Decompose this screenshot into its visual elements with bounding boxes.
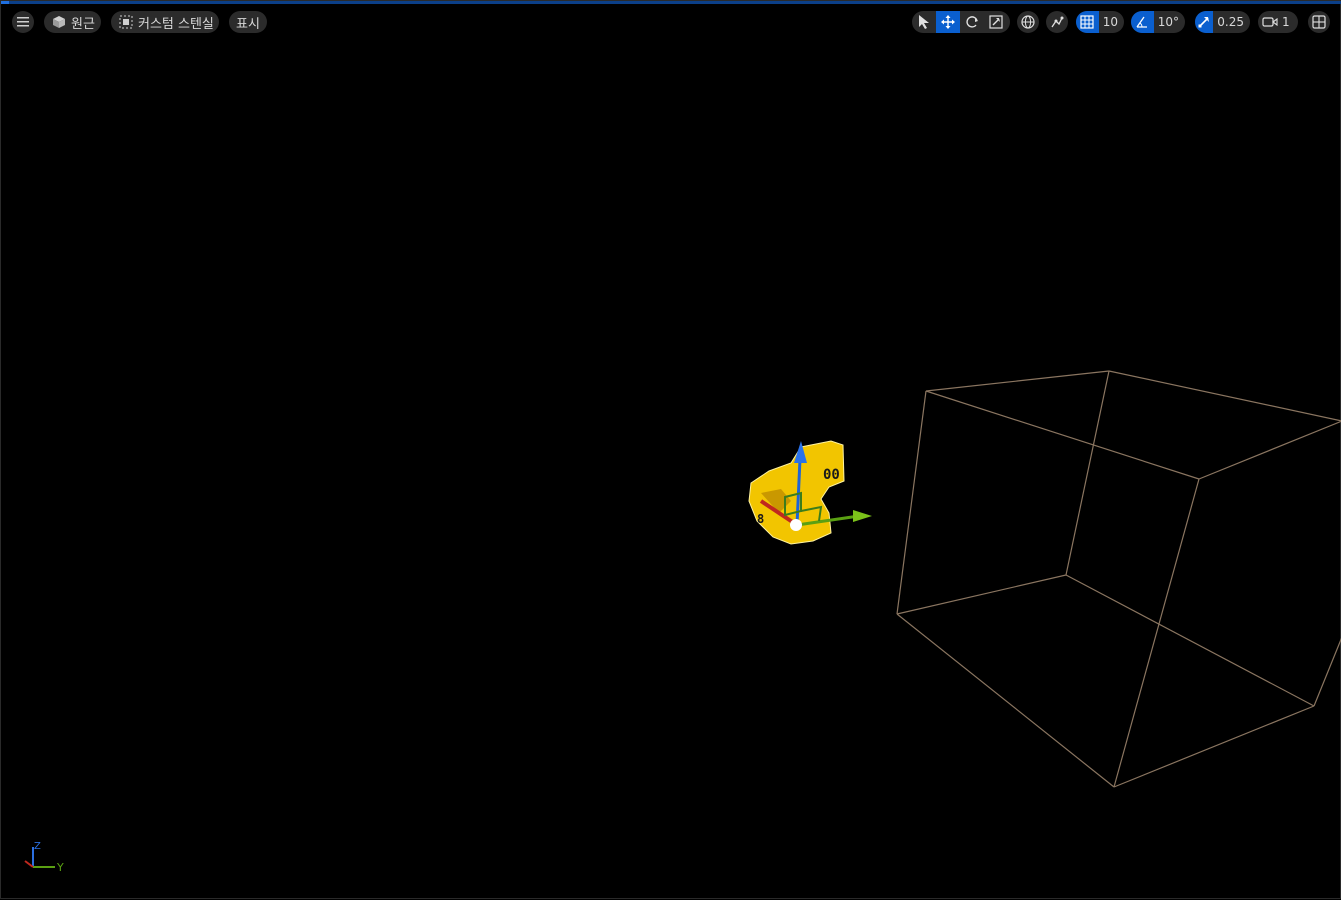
axis-z-label: Z [34, 841, 41, 852]
cube-icon [51, 15, 67, 29]
rotate-icon [966, 16, 978, 28]
svg-text:00: 00 [823, 467, 840, 483]
show-label: 표시 [236, 16, 260, 32]
camera-speed-value[interactable]: 1 [1282, 15, 1296, 29]
globe-icon [1021, 15, 1035, 29]
camera-speed-control[interactable]: 1 [1258, 11, 1298, 33]
world-local-toggle[interactable] [1017, 11, 1039, 33]
rotate-mode-button[interactable] [960, 11, 984, 33]
axis-indicator: Z Y [24, 841, 64, 874]
viewport-layout-button[interactable] [1308, 11, 1330, 33]
grid-snap-control[interactable]: 10 [1076, 11, 1124, 33]
surface-snap-icon [1051, 16, 1064, 28]
axis-y-label: Y [56, 861, 64, 874]
scale-mode-button[interactable] [984, 11, 1008, 33]
view-mode-button[interactable]: 커스텀 스텐실 [111, 11, 219, 33]
grid-snap-toggle[interactable] [1076, 11, 1099, 33]
perspective-button[interactable]: 원근 [44, 11, 101, 33]
level-viewport[interactable]: 00 8 Z Y 원근 커스텀 스텐실 표시 10 10° 0.25 1 [0, 0, 1341, 899]
rotation-snap-control[interactable]: 10° [1131, 11, 1185, 33]
move-arrows-icon [941, 15, 955, 29]
surface-snap-button[interactable] [1046, 11, 1068, 33]
camera-speed-button[interactable] [1258, 11, 1282, 33]
show-button[interactable]: 표시 [229, 11, 267, 33]
scene-canvas: 00 8 Z Y [24, 370, 1341, 874]
scale-snap-toggle[interactable] [1195, 11, 1214, 33]
scale-snap-value[interactable]: 0.25 [1213, 15, 1250, 29]
svg-text:8: 8 [757, 512, 764, 526]
custom-stencil-icon [118, 15, 134, 29]
hamburger-icon [17, 17, 29, 27]
viewport-menu-button[interactable] [12, 11, 34, 33]
scale-snap-icon [1198, 17, 1210, 28]
cursor-arrow-icon [919, 15, 929, 29]
scale-icon [989, 15, 1003, 29]
wireframe-box[interactable] [896, 370, 1341, 788]
scale-snap-control[interactable]: 0.25 [1195, 11, 1250, 33]
perspective-label: 원근 [71, 16, 95, 32]
camera-icon [1262, 17, 1278, 27]
angle-icon [1136, 16, 1148, 28]
transform-tools-group [912, 11, 1010, 33]
layout-grid-icon [1312, 15, 1326, 29]
view-mode-label: 커스텀 스텐실 [138, 16, 214, 32]
rotation-snap-value[interactable]: 10° [1154, 15, 1185, 29]
grid-snap-value[interactable]: 10 [1099, 15, 1124, 29]
rotation-snap-toggle[interactable] [1131, 11, 1154, 33]
grid-icon [1080, 15, 1094, 29]
select-mode-button[interactable] [912, 11, 936, 33]
translate-mode-button[interactable] [936, 11, 960, 33]
